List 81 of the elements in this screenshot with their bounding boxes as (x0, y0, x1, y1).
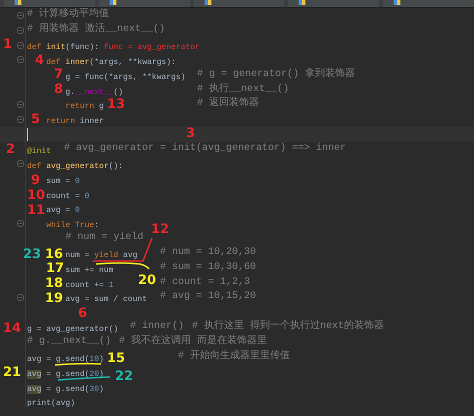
handwritten-number: 16 (45, 248, 64, 261)
handwritten-number: 9 (31, 174, 40, 187)
code-comment: # 计算移动平均值 (27, 9, 110, 22)
editor-tab[interactable] (4, 0, 95, 7)
handwritten-number: 12 (151, 223, 170, 236)
code-text: count += 1 (65, 280, 114, 290)
handwritten-number: 17 (46, 262, 64, 275)
handwritten-number: 22 (115, 370, 134, 383)
code-comment: # 我不在这调用 而是在装饰器里 (119, 336, 268, 348)
handwritten-number: 21 (3, 366, 22, 379)
fold-icon[interactable] (17, 42, 24, 49)
code-text: return inner (46, 117, 104, 126)
code-comment: # 开始向生成器里里传值 (178, 350, 290, 363)
file-icon (14, 0, 22, 5)
code-text: return g (65, 102, 104, 112)
code-text: g = func(*args, **kwargs) (65, 72, 186, 82)
editor-tab[interactable] (194, 0, 284, 7)
handwritten-number: 6 (78, 307, 88, 320)
code-text: avg = sum / count (65, 295, 148, 304)
fold-icon[interactable] (17, 116, 24, 123)
code-comment: # avg_generator = init(avg_generator) ==> inner (64, 143, 346, 156)
code-text: avg = 0 (46, 206, 80, 216)
editor-tab[interactable] (98, 0, 190, 7)
fold-icon[interactable] (17, 294, 24, 301)
code-comment: # avg = 10,15,20 (160, 291, 256, 304)
editor-tab[interactable] (383, 0, 474, 7)
code-text: def inner(*args, **kwargs): (46, 58, 176, 67)
code-text: g = avg_generator() (27, 325, 120, 334)
handwritten-number: 2 (6, 143, 16, 156)
code-text: num = yield avg (65, 250, 138, 260)
code-text: @init (27, 147, 52, 156)
text-caret (27, 128, 28, 141)
fold-icon[interactable] (17, 160, 24, 168)
code-comment: # sum = 10,30,60 (160, 262, 256, 274)
code-comment: # 执行这里 得到一个执行过next的装饰器 (192, 321, 384, 334)
code-comment: # num = yield (65, 232, 144, 244)
code-comment: # g.__next__() (27, 336, 112, 348)
handwritten-number: 23 (23, 248, 42, 261)
file-icon (298, 0, 306, 5)
file-icon (108, 0, 117, 5)
code-text: avg = g.send(10) (27, 354, 104, 364)
handwritten-number: 5 (31, 113, 40, 126)
code-comment: # 用装饰器 激活__next__() (27, 24, 166, 36)
code-comment: # g = generator() 拿到装饰器 (196, 68, 356, 81)
code-text: def init(func): func = avg_generator (27, 43, 200, 52)
fold-icon[interactable] (17, 56, 24, 64)
code-text: def avg_generator(): (27, 162, 124, 171)
handwritten-number: 10 (27, 189, 46, 202)
handwritten-number: 19 (45, 292, 64, 305)
underline-stroke (58, 376, 110, 381)
code-comment: # 执行__next__() (196, 84, 289, 96)
code-text: g.__next__() (65, 88, 124, 97)
underline-stroke (54, 362, 102, 366)
code-text: count = 0 (46, 192, 90, 201)
code-text: print(avg) (27, 399, 76, 408)
handwritten-number: 13 (107, 98, 126, 111)
handwritten-number: 3 (186, 127, 196, 140)
code-text: sum += num (65, 266, 114, 275)
code-text: sum = 0 (46, 176, 80, 186)
fold-icon[interactable] (17, 26, 24, 34)
code-comment: # 返回装饰器 (196, 98, 259, 110)
code-comment: # num = 10,20,30 (160, 246, 256, 259)
handwritten-number: 15 (107, 352, 126, 365)
handwritten-number: 14 (3, 322, 22, 335)
fold-icon[interactable] (17, 220, 24, 227)
handwritten-number: 8 (54, 83, 64, 96)
handwritten-number: 20 (138, 274, 156, 287)
handwritten-number: 1 (3, 38, 12, 51)
file-icon (393, 0, 402, 5)
file-icon (204, 0, 212, 5)
code-comment: # count = 1,2,3 (160, 276, 250, 289)
fold-icon[interactable] (17, 12, 24, 19)
code-text: while True: (46, 221, 100, 230)
code-text: avg = g.send(30) (27, 384, 104, 394)
handwritten-number: 11 (27, 204, 46, 217)
handwritten-number: 18 (45, 277, 64, 290)
fold-icon[interactable] (17, 100, 24, 108)
editor-tab[interactable] (288, 0, 380, 7)
handwritten-number: 7 (54, 68, 64, 81)
code-comment: # inner() (130, 321, 184, 334)
handwritten-number: 4 (35, 54, 44, 67)
